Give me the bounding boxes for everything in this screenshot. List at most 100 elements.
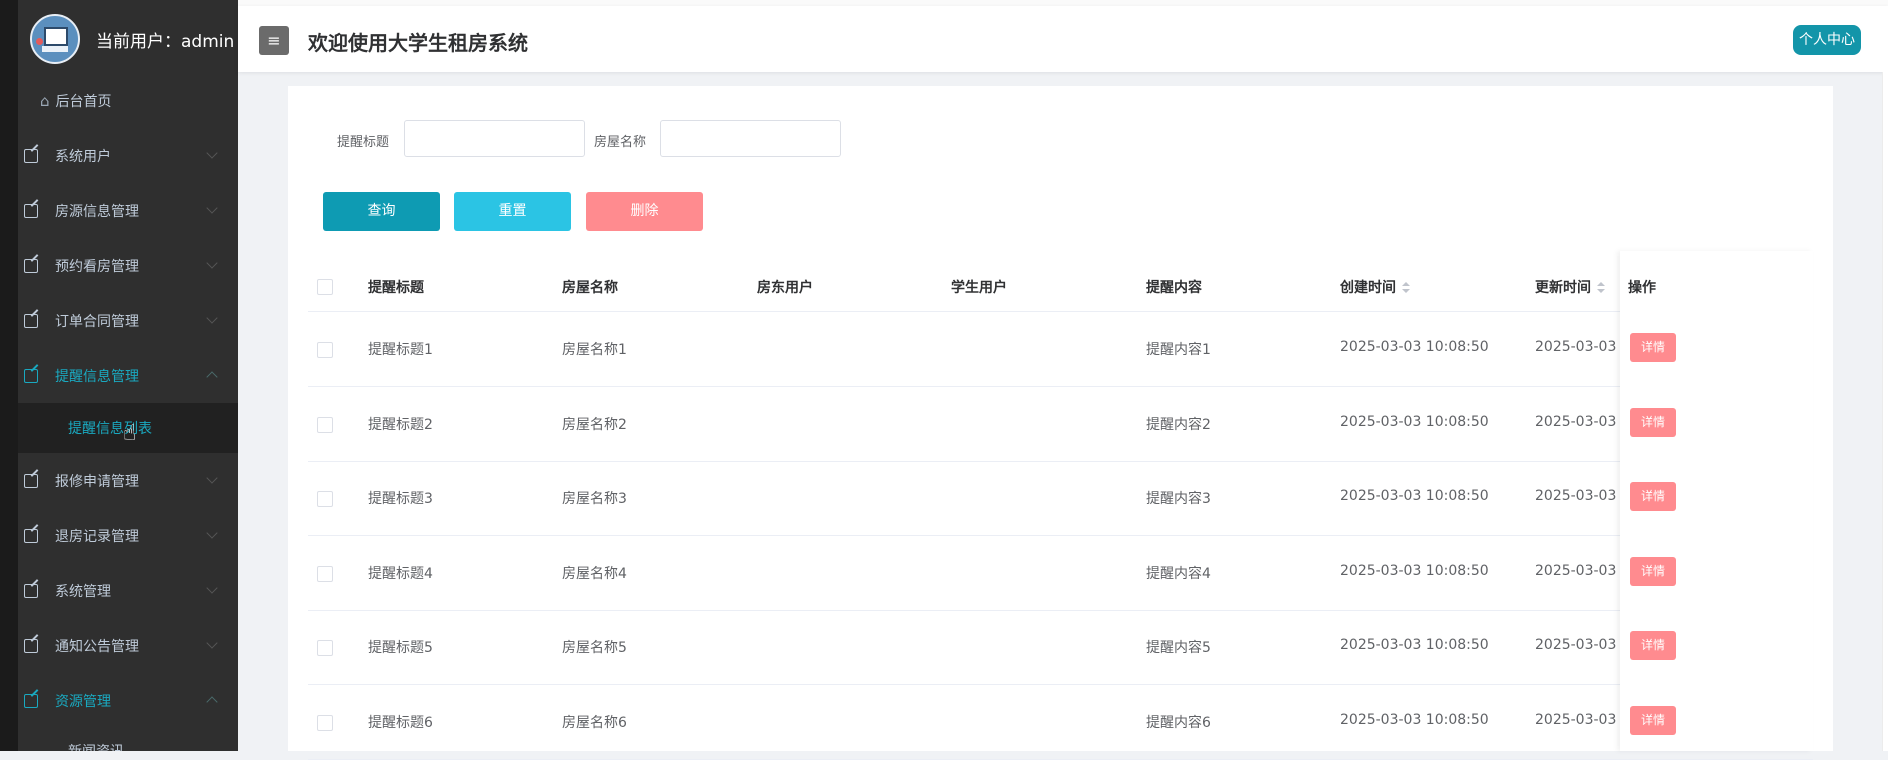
select-all-checkbox[interactable] [317, 279, 333, 295]
table-row: 提醒标题3 房屋名称3 提醒内容3 2025-03-03 10:08:50 2025-0… [308, 461, 1813, 536]
sidebar-item-label: 资源管理 [55, 693, 111, 710]
sidebar-item-home[interactable]: ⌂ 后台首页 [18, 78, 238, 124]
edit-icon [24, 473, 38, 488]
table-header: 提醒标题 房屋名称 房东用户 学生用户 提醒内容 创建时间 更新时间 [308, 261, 1813, 312]
sidebar-item-system-users[interactable]: 系统用户 [18, 128, 238, 183]
chevron-down-icon [206, 527, 218, 539]
sidebar-item-repairs[interactable]: 报修申请管理 [18, 453, 238, 508]
chevron-down-icon [206, 147, 218, 159]
sidebar-item-label: 订单合同管理 [55, 313, 139, 330]
edit-icon [24, 528, 38, 543]
chevron-down-icon [206, 312, 218, 324]
cell-content: 提醒内容3 [1146, 491, 1211, 507]
cell-created: 2025-03-03 10:08:50 [1340, 637, 1489, 653]
table-row: 提醒标题6 房屋名称6 提醒内容6 2025-03-03 10:08:50 2025-0… [308, 685, 1813, 760]
row-checkbox[interactable] [317, 416, 333, 433]
sidebar-item-label: 提醒信息列表 [68, 421, 152, 437]
chevron-up-icon [206, 696, 218, 708]
cell-updated: 2025-03-03 [1535, 637, 1617, 653]
cell-created: 2025-03-03 10:08:50 [1340, 562, 1489, 579]
edit-icon [24, 368, 38, 383]
cell-updated: 2025-03-03 [1535, 339, 1617, 355]
house-filter-input[interactable] [660, 120, 841, 157]
cell-title: 提醒标题4 [368, 565, 433, 582]
sidebar-item-label: 提醒信息管理 [55, 368, 139, 385]
edit-icon [24, 693, 38, 708]
cell-title: 提醒标题6 [368, 714, 433, 731]
table-row: 提醒标题1 房屋名称1 提醒内容1 2025-03-03 10:08:50 2025-0… [308, 312, 1813, 387]
chevron-down-icon [206, 472, 218, 484]
vertical-scrollbar[interactable] [1882, 72, 1888, 751]
detail-button[interactable]: 详情 [1630, 333, 1676, 362]
sidebar-item-checkout[interactable]: 退房记录管理 [18, 508, 238, 563]
actions-column: 操作 详情 详情 详情 详情 详情 详情 [1620, 251, 1813, 751]
col-updated[interactable]: 更新时间 [1535, 277, 1605, 297]
edit-icon [24, 203, 38, 218]
row-checkbox[interactable] [317, 491, 333, 507]
sidebar-item-system[interactable]: 系统管理 [18, 563, 238, 618]
personal-center-button[interactable]: 个人中心 [1793, 25, 1861, 55]
table-row: 提醒标题2 房屋名称2 提醒内容2 2025-03-03 10:08:50 2025-0… [308, 387, 1813, 462]
cell-house: 房屋名称1 [562, 342, 627, 358]
chevron-down-icon [206, 637, 218, 649]
sidebar-item-label: 后台首页 [55, 94, 112, 110]
row-checkbox[interactable] [317, 565, 333, 582]
detail-button[interactable]: 详情 [1630, 482, 1676, 511]
col-updated-label: 更新时间 [1535, 280, 1591, 296]
cell-house: 房屋名称4 [562, 565, 627, 582]
sidebar-item-notices[interactable]: 通知公告管理 [18, 618, 238, 673]
delete-button[interactable]: 删除 [586, 192, 703, 231]
col-created[interactable]: 创建时间 [1340, 277, 1410, 297]
edit-icon [24, 313, 38, 328]
top-header: ≡ 欢迎使用大学生租房系统 个人中心 [238, 6, 1888, 72]
cell-updated: 2025-03-03 [1535, 711, 1617, 728]
cell-content: 提醒内容2 [1146, 416, 1211, 433]
sidebar-item-listings[interactable]: 房源信息管理 [18, 183, 238, 238]
chevron-up-icon [206, 371, 218, 383]
sidebar-menu: ⌂ 后台首页 系统用户 房源信息管理 预约看房管理 订单合同管理 提醒信息管理 [18, 78, 238, 751]
sidebar-item-contracts[interactable]: 订单合同管理 [18, 293, 238, 348]
col-title: 提醒标题 [368, 280, 424, 296]
cell-updated: 2025-03-03 [1535, 413, 1617, 430]
edit-icon [24, 583, 38, 598]
sidebar-item-resources[interactable]: 资源管理 [18, 673, 238, 728]
query-button[interactable]: 查询 [323, 192, 440, 231]
col-house: 房屋名称 [562, 280, 618, 296]
cell-title: 提醒标题5 [368, 640, 433, 656]
cell-title: 提醒标题1 [368, 342, 433, 358]
sidebar-subitem-reminder-list[interactable]: 提醒信息列表 ☝ [18, 403, 238, 453]
sidebar-subitem-news[interactable]: 新闻资讯 [18, 728, 238, 751]
detail-button[interactable]: 详情 [1630, 556, 1676, 586]
row-checkbox[interactable] [317, 342, 333, 358]
user-panel: 当前用户：admin [18, 0, 238, 78]
sidebar-item-label: 系统管理 [55, 583, 111, 600]
cell-created: 2025-03-03 10:08:50 [1340, 488, 1489, 504]
left-edge [0, 0, 18, 751]
detail-button[interactable]: 详情 [1630, 407, 1676, 437]
detail-button[interactable]: 详情 [1630, 631, 1676, 660]
sidebar-item-reminders[interactable]: 提醒信息管理 [18, 348, 238, 403]
sidebar-item-viewings[interactable]: 预约看房管理 [18, 238, 238, 293]
cell-content: 提醒内容1 [1146, 342, 1211, 358]
col-actions: 操作 [1628, 280, 1656, 296]
cell-content: 提醒内容5 [1146, 640, 1211, 656]
sort-icon[interactable] [1402, 282, 1410, 294]
sort-icon[interactable] [1597, 282, 1605, 294]
cell-house: 房屋名称3 [562, 491, 627, 507]
cell-created: 2025-03-03 10:08:50 [1340, 413, 1489, 430]
menu-toggle-button[interactable]: ≡ [259, 26, 289, 55]
row-checkbox[interactable] [317, 640, 333, 656]
chevron-down-icon [206, 582, 218, 594]
row-checkbox[interactable] [317, 714, 333, 731]
page-title: 欢迎使用大学生租房系统 [308, 31, 528, 55]
sidebar-item-label: 退房记录管理 [55, 528, 139, 545]
avatar[interactable] [30, 14, 80, 64]
reset-button[interactable]: 重置 [454, 192, 571, 231]
chevron-down-icon [206, 202, 218, 214]
content-card: 提醒标题 房屋名称 查询 重置 删除 提醒标题 房屋名称 房东用户 学生用户 提… [288, 86, 1833, 760]
detail-button[interactable]: 详情 [1630, 705, 1676, 735]
sidebar-item-label: 通知公告管理 [55, 638, 139, 655]
sidebar-item-label: 系统用户 [55, 148, 111, 165]
title-filter-input[interactable] [404, 120, 585, 157]
title-filter-label: 提醒标题 [337, 135, 390, 150]
